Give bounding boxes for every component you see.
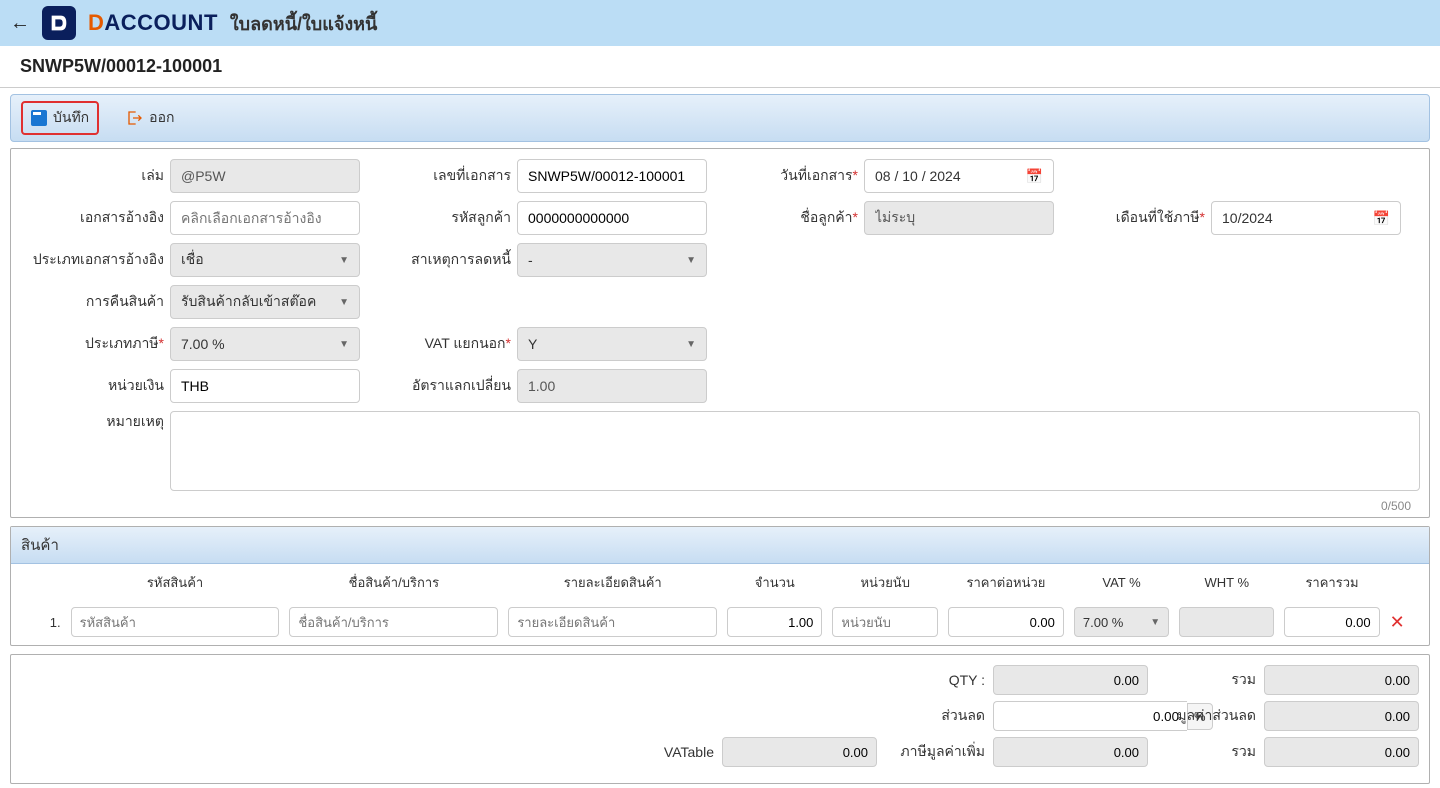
book-input: [170, 159, 360, 193]
col-desc: รายละเอียดสินค้า: [504, 566, 721, 599]
chevron-down-icon: ▼: [1150, 617, 1160, 628]
row-price-input[interactable]: [948, 607, 1064, 637]
brand-text: DACCOUNT: [88, 10, 218, 36]
row-wht-input: [1179, 607, 1274, 637]
qty-total-label: QTY :: [805, 672, 985, 688]
exit-button[interactable]: ออก: [119, 103, 182, 133]
col-qty: จำนวน: [723, 566, 826, 599]
doc-no-input[interactable]: [517, 159, 707, 193]
debit-reason-label: สาเหตุการลดหนี้: [366, 249, 511, 271]
row-unit-input[interactable]: [832, 607, 938, 637]
exchange-rate-label: อัตราแลกเปลี่ยน: [366, 375, 511, 397]
sum-value: [1264, 665, 1419, 695]
calendar-icon: 📅: [1373, 210, 1390, 227]
table-row: 1. 7.00 %▼ ✕: [13, 601, 1427, 643]
doc-date-label: วันที่เอกสาร*: [713, 165, 858, 187]
row-desc-input[interactable]: [508, 607, 717, 637]
cust-name-label: ชื่อลูกค้า*: [713, 207, 858, 229]
chevron-down-icon: ▼: [339, 297, 349, 308]
vat-exclude-label: VAT แยกนอก*: [366, 333, 511, 355]
back-arrow-icon[interactable]: ←: [10, 12, 30, 35]
discount-input-wrap: %: [993, 701, 1148, 731]
book-label: เล่ม: [19, 165, 164, 187]
page-title: ใบลดหนี้/ใบแจ้งหนี้: [230, 9, 377, 38]
tax-month-input[interactable]: 10/2024📅: [1211, 201, 1401, 235]
sum2-label: รวม: [1156, 741, 1256, 763]
ref-type-label: ประเภทเอกสารอ้างอิง: [19, 249, 164, 271]
chevron-down-icon: ▼: [686, 339, 696, 350]
row-total-input[interactable]: [1284, 607, 1379, 637]
discount-amt-value: [1264, 701, 1419, 731]
totals-panel: QTY : รวม ส่วนลด % มูลค่าส่วนลด VATable …: [10, 654, 1430, 784]
remarks-char-count: 0/500: [19, 499, 1421, 513]
col-price: ราคาต่อหน่วย: [944, 566, 1068, 599]
row-code-input[interactable]: [71, 607, 280, 637]
col-total: ราคารวม: [1280, 566, 1383, 599]
ref-doc-input[interactable]: [170, 201, 360, 235]
ref-type-select[interactable]: เชื่อ▼: [170, 243, 360, 277]
vat-exclude-select[interactable]: Y▼: [517, 327, 707, 361]
tax-type-label: ประเภทภาษี*: [19, 333, 164, 355]
exit-icon: [127, 110, 143, 126]
discount-amt-label: มูลค่าส่วนลด: [1156, 705, 1256, 727]
top-bar: ← DACCOUNT ใบลดหนี้/ใบแจ้งหนี้: [0, 0, 1440, 46]
product-section-header: สินค้า: [11, 527, 1429, 564]
save-button[interactable]: บันทึก: [21, 101, 99, 135]
exchange-rate-input: [517, 369, 707, 403]
qty-total-value: [993, 665, 1148, 695]
tax-month-label: เดือนที่ใช้ภาษี*: [1060, 207, 1205, 229]
sum2-value: [1264, 737, 1419, 767]
form-panel: เล่ม เลขที่เอกสาร วันที่เอกสาร* 08 / 10 /…: [10, 148, 1430, 518]
ref-doc-label: เอกสารอ้างอิง: [19, 207, 164, 229]
row-name-input[interactable]: [289, 607, 498, 637]
row-index: 1.: [13, 601, 65, 643]
remarks-textarea[interactable]: [170, 411, 1420, 491]
return-goods-label: การคืนสินค้า: [19, 291, 164, 313]
save-icon: [31, 110, 47, 126]
sum-label: รวม: [1156, 669, 1256, 691]
document-number: SNWP5W/00012-100001: [0, 46, 1440, 88]
row-qty-input[interactable]: [727, 607, 822, 637]
cust-name-input: [864, 201, 1054, 235]
col-vat: VAT %: [1070, 566, 1173, 599]
col-unit: หน่วยนับ: [828, 566, 942, 599]
vatable-value: [722, 737, 877, 767]
tax-type-select[interactable]: 7.00 %▼: [170, 327, 360, 361]
cust-code-label: รหัสลูกค้า: [366, 207, 511, 229]
product-section: สินค้า รหัสสินค้า ชื่อสินค้า/บริการ รายล…: [10, 526, 1430, 646]
currency-input[interactable]: [170, 369, 360, 403]
app-logo: [42, 6, 76, 40]
chevron-down-icon: ▼: [686, 255, 696, 266]
remarks-label: หมายเหตุ: [19, 411, 164, 433]
vatable-label: VATable: [614, 744, 714, 760]
cust-code-input[interactable]: [517, 201, 707, 235]
calendar-icon: 📅: [1026, 168, 1043, 185]
doc-date-input[interactable]: 08 / 10 / 2024📅: [864, 159, 1054, 193]
vat-amt-value: [993, 737, 1148, 767]
col-code: รหัสสินค้า: [67, 566, 284, 599]
discount-label: ส่วนลด: [805, 705, 985, 727]
toolbar: บันทึก ออก: [10, 94, 1430, 142]
chevron-down-icon: ▼: [339, 339, 349, 350]
return-goods-select[interactable]: รับสินค้ากลับเข้าสต๊อค▼: [170, 285, 360, 319]
currency-label: หน่วยเงิน: [19, 375, 164, 397]
debit-reason-select[interactable]: -▼: [517, 243, 707, 277]
chevron-down-icon: ▼: [339, 255, 349, 266]
doc-no-label: เลขที่เอกสาร: [366, 165, 511, 187]
vat-amt-label: ภาษีมูลค่าเพิ่ม: [885, 741, 985, 763]
col-wht: WHT %: [1175, 566, 1278, 599]
col-name: ชื่อสินค้า/บริการ: [285, 566, 502, 599]
row-vat-select[interactable]: 7.00 %▼: [1074, 607, 1169, 637]
delete-row-icon[interactable]: ✕: [1390, 612, 1405, 632]
